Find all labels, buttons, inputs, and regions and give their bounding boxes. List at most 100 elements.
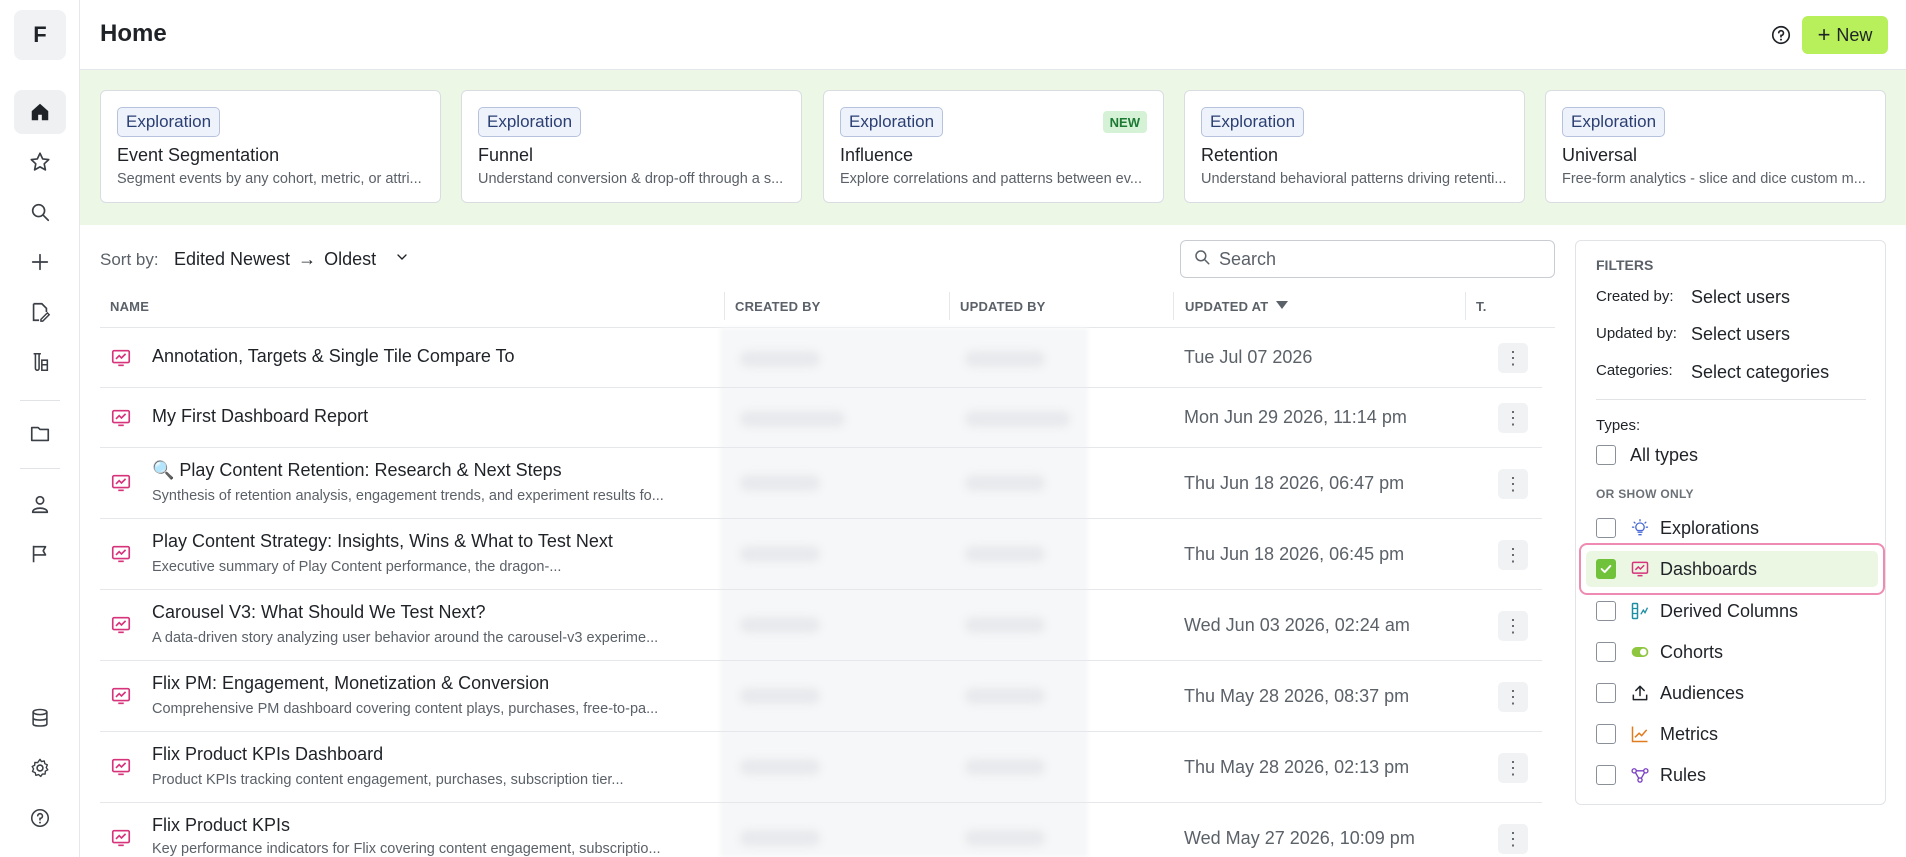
template-card-funnel[interactable]: Exploration Funnel Understand conversion… [461,90,802,203]
search-box[interactable] [1180,240,1555,278]
checkbox[interactable] [1596,601,1616,621]
dashboard-icon [110,543,132,565]
updated-by-redacted [965,617,1045,633]
column-updated-at-label: UPDATED AT [1185,298,1269,314]
workspace-logo[interactable]: F [14,10,66,60]
template-card-universal[interactable]: Exploration Universal Free-form analytic… [1545,90,1886,203]
table-row[interactable]: Flix PM: Engagement, Monetization & Conv… [100,661,1542,732]
exploration-templates-banner: Exploration Event Segmentation Segment e… [80,70,1906,225]
option-label: Dashboards [1660,558,1758,579]
more-options-icon[interactable]: ⋮ [1498,824,1528,854]
new-badge: NEW [1102,111,1147,133]
checkbox[interactable] [1596,445,1616,465]
dashboard-icon [110,685,132,707]
checkbox[interactable] [1596,765,1616,785]
type-option-derived-columns[interactable]: Derived Columns [1596,597,1798,625]
checkbox[interactable] [1596,642,1616,662]
created-by-select[interactable]: Select users [1691,287,1790,308]
row-title[interactable]: Flix Product KPIs [152,815,290,836]
option-label: Cohorts [1660,641,1724,662]
row-title[interactable]: Carousel V3: What Should We Test Next? [152,602,486,623]
search-input[interactable] [1219,248,1539,270]
database-icon[interactable] [14,696,66,740]
help-icon[interactable] [14,796,66,840]
user-icon[interactable] [14,482,66,526]
row-title[interactable]: My First Dashboard Report [152,406,368,427]
checkbox-checked[interactable] [1596,559,1616,579]
exploration-tag: Exploration [478,107,582,137]
type-option-audiences[interactable]: Audiences [1596,679,1744,707]
row-title[interactable]: Annotation, Targets & Single Tile Compar… [152,346,515,367]
type-option-cohorts[interactable]: Cohorts [1596,638,1723,666]
star-icon[interactable] [14,140,66,184]
sort-dropdown[interactable]: Edited Newest → Oldest [174,249,410,270]
type-option-metrics[interactable]: Metrics [1596,720,1718,748]
updated-by-redacted [965,546,1045,562]
type-option-rules[interactable]: Rules [1596,761,1706,789]
template-card-event-segmentation[interactable]: Exploration Event Segmentation Segment e… [100,90,441,203]
table-row[interactable]: Carousel V3: What Should We Test Next? A… [100,590,1542,661]
more-options-icon[interactable]: ⋮ [1498,403,1528,433]
column-updated-at[interactable]: UPDATED AT [1185,284,1290,328]
types-label: Types: [1596,417,1641,434]
type-option-dashboards[interactable]: Dashboards [1596,555,1757,583]
plus-icon[interactable] [14,240,66,284]
template-card-influence[interactable]: Exploration NEW Influence Explore correl… [823,90,1164,203]
folder-icon[interactable] [14,412,66,456]
flag-icon[interactable] [14,532,66,576]
created-by-redacted [740,759,820,775]
exploration-tag: Exploration [1562,107,1666,137]
row-updated-at: Tue Jul 07 2026 [1184,347,1313,367]
column-name[interactable]: NAME [110,284,149,328]
row-updated-at: Thu Jun 18 2026, 06:45 pm [1184,544,1405,564]
row-title[interactable]: 🔍 Play Content Retention: Research & Nex… [152,460,562,481]
row-title[interactable]: Flix PM: Engagement, Monetization & Conv… [152,673,549,694]
all-types-checkbox[interactable]: All types [1596,441,1698,469]
type-option-explorations[interactable]: Explorations [1596,514,1759,542]
sort-label: Sort by: [100,250,159,269]
table-row[interactable]: My First Dashboard Report Mon Jun 29 202… [100,388,1542,448]
row-title[interactable]: Flix Product KPIs Dashboard [152,744,383,765]
table-row[interactable]: Flix Product KPIs Key performance indica… [100,803,1542,857]
home-icon[interactable] [14,90,66,134]
gear-icon[interactable] [14,746,66,790]
row-updated-at: Thu Jun 18 2026, 06:47 pm [1184,473,1405,493]
sort-desc-icon [1274,297,1290,316]
created-by-redacted [740,411,845,427]
upload-icon [1630,683,1650,703]
table-row[interactable]: Annotation, Targets & Single Tile Compar… [100,328,1542,388]
checkbox[interactable] [1596,518,1616,538]
checkbox[interactable] [1596,683,1616,703]
more-options-icon[interactable]: ⋮ [1498,540,1528,570]
row-updated-at: Thu May 28 2026, 02:13 pm [1184,757,1410,777]
option-label: Explorations [1660,517,1760,538]
template-description: Understand conversion & drop-off through… [478,171,784,187]
more-options-icon[interactable]: ⋮ [1498,611,1528,641]
top-header: Home + New [80,0,1906,70]
more-options-icon[interactable]: ⋮ [1498,753,1528,783]
flask-icon[interactable] [14,340,66,384]
table-row[interactable]: Play Content Strategy: Insights, Wins & … [100,519,1542,590]
new-button[interactable]: + New [1802,16,1888,54]
checkbox[interactable] [1596,724,1616,744]
created-by-redacted [740,351,820,367]
more-options-icon[interactable]: ⋮ [1498,682,1528,712]
more-options-icon[interactable]: ⋮ [1498,343,1528,373]
template-card-retention[interactable]: Exploration Retention Understand behavio… [1184,90,1525,203]
more-options-icon[interactable]: ⋮ [1498,469,1528,499]
search-icon[interactable] [14,190,66,234]
column-updated-by[interactable]: UPDATED BY [960,284,1046,328]
categories-select[interactable]: Select categories [1691,362,1829,383]
document-edit-icon[interactable] [14,290,66,334]
table-row[interactable]: Flix Product KPIs Dashboard Product KPIs… [100,732,1542,803]
table-row[interactable]: 🔍 Play Content Retention: Research & Nex… [100,448,1542,519]
help-icon[interactable] [1770,24,1792,46]
dashboard-icon [110,756,132,778]
column-created-by[interactable]: CREATED BY [735,284,821,328]
updated-by-select[interactable]: Select users [1691,324,1790,345]
updated-by-redacted [965,411,1070,427]
row-title[interactable]: Play Content Strategy: Insights, Wins & … [152,531,613,552]
created-by-redacted [740,830,820,846]
left-sidebar: F [0,0,80,857]
column-type[interactable]: T. [1476,284,1487,328]
